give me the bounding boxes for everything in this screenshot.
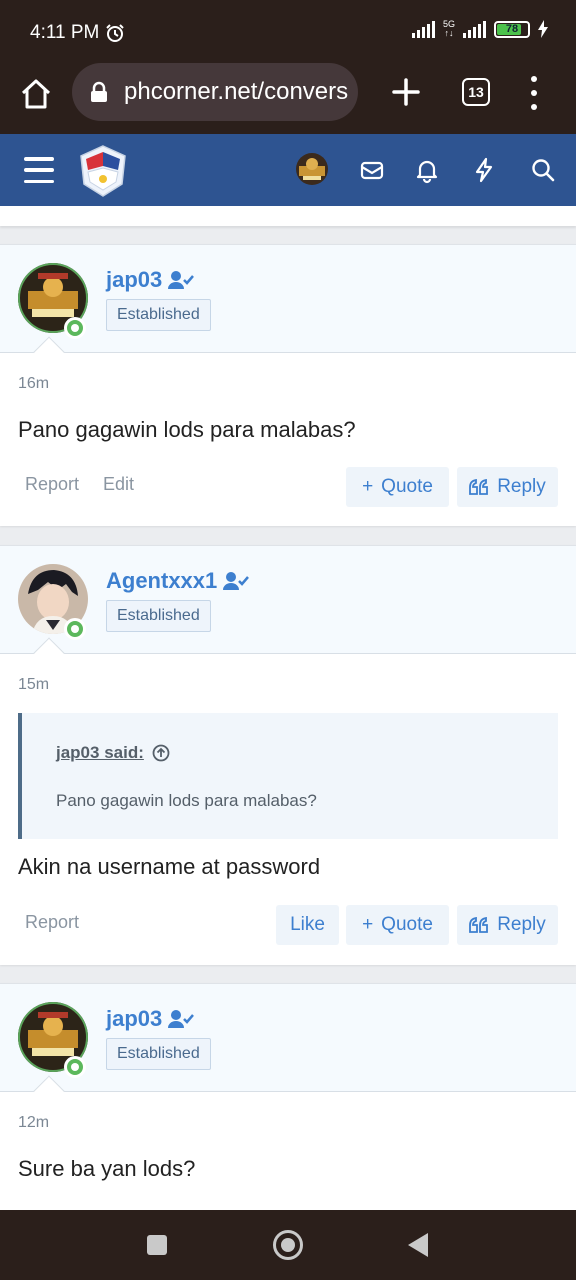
bell-icon[interactable] — [413, 156, 441, 184]
post-user-block: jap03 Established — [0, 245, 576, 368]
quote-author[interactable]: jap03 said: — [56, 743, 144, 763]
username[interactable]: Agentxxx1 — [106, 568, 217, 594]
user-title-badge: Established — [106, 600, 211, 632]
username-link[interactable]: jap03 — [106, 1006, 195, 1032]
signal-icon — [411, 20, 435, 38]
user-verified-icon — [223, 572, 250, 590]
conversation-content: jap03 Established 16m Pano gagawin lods … — [0, 206, 576, 1210]
report-link[interactable]: Report — [25, 912, 79, 933]
user-block-arrow — [33, 336, 65, 368]
post-time[interactable]: 15m — [18, 676, 49, 694]
message-post: Agentxxx1 Established 15m jap03 said: Pa… — [0, 545, 576, 965]
user-verified-icon — [168, 271, 195, 289]
plus-icon: + — [362, 476, 374, 497]
user-block-arrow — [33, 1075, 65, 1107]
quote-text: Pano gagawin lods para malabas? — [56, 791, 317, 810]
online-status-icon — [64, 1056, 86, 1078]
username-link[interactable]: Agentxxx1 — [106, 568, 250, 594]
home-icon[interactable] — [18, 76, 54, 112]
user-block-arrow — [33, 637, 65, 669]
message-post: jap03 Established 16m Pano gagawin lods … — [0, 244, 576, 526]
home-button-icon[interactable] — [273, 1230, 303, 1260]
back-icon[interactable] — [408, 1233, 428, 1257]
status-time-group: 4:11 PM — [30, 22, 125, 44]
report-link[interactable]: Report — [25, 474, 79, 495]
username[interactable]: jap03 — [106, 267, 162, 293]
reply-button[interactable]: Reply — [457, 905, 558, 945]
reply-button[interactable]: Reply — [457, 467, 558, 507]
previous-post-edge — [0, 206, 576, 226]
recents-icon[interactable] — [147, 1235, 167, 1255]
quote-marks-icon — [469, 917, 489, 933]
site-header — [0, 134, 576, 206]
post-user-block: jap03 Established — [0, 984, 576, 1107]
new-tab-icon[interactable] — [390, 76, 422, 108]
charging-icon — [538, 20, 548, 38]
inbox-icon[interactable] — [358, 156, 386, 184]
more-menu-icon[interactable] — [528, 76, 540, 110]
like-label: Like — [290, 914, 325, 935]
status-bar: 4:11 PM 5G ↑↓ 78 — [0, 0, 576, 62]
online-status-icon — [64, 618, 86, 640]
plus-icon: + — [362, 914, 374, 935]
post-message: Akin na username at password — [18, 854, 321, 879]
battery-icon: 78 — [494, 20, 530, 38]
header-avatar[interactable] — [295, 152, 329, 186]
quote-label: Quote — [381, 914, 433, 935]
username-link[interactable]: jap03 — [106, 267, 195, 293]
edit-link[interactable]: Edit — [103, 474, 134, 495]
user-title-badge: Established — [106, 1038, 211, 1070]
battery-level: 78 — [505, 23, 519, 35]
address-bar[interactable]: phcorner.net/convers — [72, 63, 358, 121]
post-time[interactable]: 16m — [18, 375, 49, 393]
post-actions-left: Report — [25, 912, 79, 933]
network-type: 5G ↑↓ — [442, 19, 455, 38]
lock-icon — [91, 81, 107, 102]
status-indicators: 5G ↑↓ 78 — [411, 19, 548, 38]
quote-button[interactable]: + Quote — [346, 905, 449, 945]
quote-block: jap03 said: Pano gagawin lods para malab… — [18, 713, 558, 839]
hamburger-menu-icon[interactable] — [24, 157, 54, 183]
network-label: 5G — [442, 19, 455, 29]
user-title-badge: Established — [106, 299, 211, 331]
browser-toolbar: phcorner.net/convers 13 — [0, 62, 576, 134]
reply-label: Reply — [497, 476, 546, 497]
post-time[interactable]: 12m — [18, 1114, 49, 1132]
quote-button[interactable]: + Quote — [346, 467, 449, 507]
post-message: Pano gagawin lods para malabas? — [18, 417, 356, 442]
reply-label: Reply — [497, 914, 546, 935]
post-actions-left: Report Edit — [25, 474, 134, 495]
post-message: Sure ba yan lods? — [18, 1156, 196, 1181]
lightning-icon[interactable] — [470, 156, 498, 184]
message-post: jap03 Established 12m Sure ba yan lods? — [0, 983, 576, 1210]
site-logo[interactable] — [78, 144, 128, 198]
user-verified-icon — [168, 1010, 195, 1028]
online-status-icon — [64, 317, 86, 339]
alarm-icon — [106, 24, 125, 42]
quote-marks-icon — [469, 479, 489, 495]
quote-author-link[interactable]: jap03 said: — [56, 743, 170, 763]
tab-switcher-button[interactable]: 13 — [462, 78, 490, 106]
username[interactable]: jap03 — [106, 1006, 162, 1032]
url-text: phcorner.net/convers — [124, 78, 349, 105]
system-nav-bar — [0, 1210, 576, 1280]
signal-icon-2 — [463, 20, 486, 38]
search-icon[interactable] — [529, 156, 557, 184]
post-user-block: Agentxxx1 Established — [0, 546, 576, 669]
quote-label: Quote — [381, 476, 433, 497]
like-button[interactable]: Like — [276, 905, 339, 945]
jump-to-quote-icon[interactable] — [152, 744, 170, 762]
status-time: 4:11 PM — [30, 22, 100, 43]
